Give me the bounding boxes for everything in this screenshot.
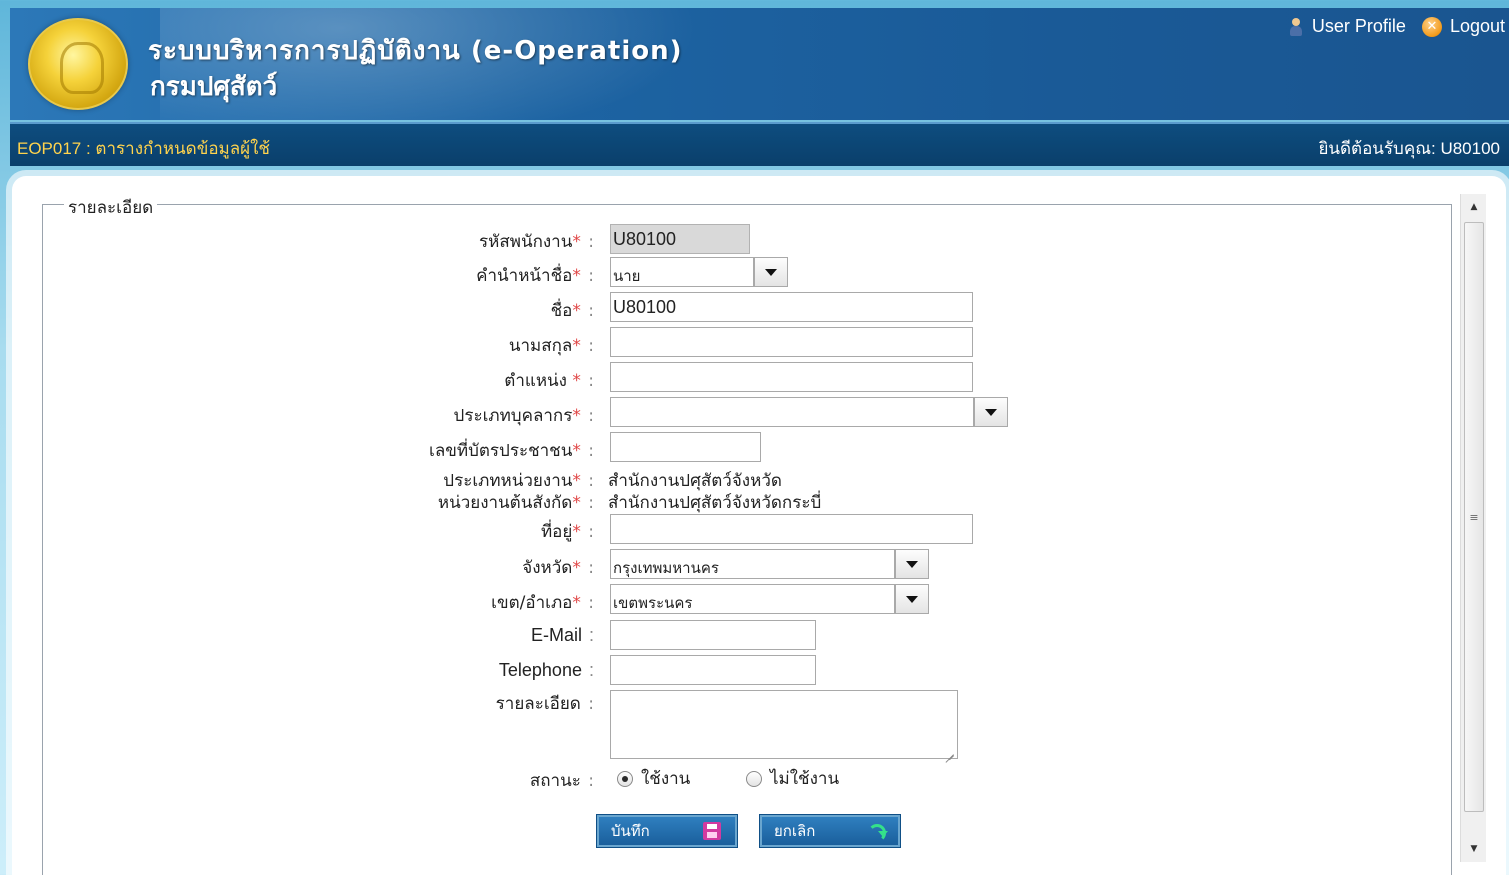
prefix-label: คำนำหน้าชื่อ* : <box>476 266 594 286</box>
telephone-field[interactable] <box>610 655 816 685</box>
welcome-text: ยินดีต้อนรับคุณ: U80100 <box>1318 139 1500 158</box>
status-label: สถานะ : <box>529 771 594 791</box>
chevron-down-icon <box>906 595 918 603</box>
employee-id-field[interactable] <box>610 224 750 254</box>
citizen-id-field[interactable] <box>610 432 761 462</box>
prefix-select[interactable]: นาย <box>610 257 754 287</box>
cancel-button-label: ยกเลิก <box>774 822 816 840</box>
cancel-button[interactable]: ยกเลิก <box>760 815 900 847</box>
status-active-label: ใช้งาน <box>641 769 691 789</box>
email-field[interactable] <box>610 620 816 650</box>
staff-type-label: ประเภทบุคลากร* : <box>453 406 594 426</box>
parent-unit-label: หน่วยงานต้นสังกัด* : <box>437 493 594 513</box>
save-button[interactable]: บันทึก <box>597 815 737 847</box>
email-label: E-Mail : <box>530 625 594 645</box>
chevron-down-icon <box>906 560 918 568</box>
employee-id-label: รหัสพนักงาน* : <box>479 232 594 252</box>
province-select[interactable]: กรุงเทพมหานคร <box>610 549 895 579</box>
district-select[interactable]: เขตพระนคร <box>610 584 895 614</box>
staff-type-dropdown-button[interactable] <box>974 397 1008 427</box>
logout-icon: ✕ <box>1421 16 1442 37</box>
scroll-up-icon[interactable]: ▲ <box>1461 194 1487 220</box>
position-field[interactable] <box>610 362 973 392</box>
textarea-resize-grip[interactable] <box>943 745 955 757</box>
logout-link[interactable]: ✕ Logout <box>1421 16 1505 37</box>
position-label: ตำแหน่ง * : <box>504 371 594 391</box>
scroll-down-icon[interactable]: ▼ <box>1461 836 1487 862</box>
province-dropdown-button[interactable] <box>895 549 929 579</box>
status-active-radio[interactable] <box>617 771 633 787</box>
department-name: กรมปศุสัตว์ <box>150 72 278 102</box>
address-field[interactable] <box>610 514 973 544</box>
details-textarea[interactable] <box>610 690 958 759</box>
scroll-thumb[interactable]: ≡ <box>1464 222 1484 812</box>
app-title: ระบบบริหารการปฏิบัติงาน (e-Operation) <box>148 36 683 66</box>
last-name-label: นามสกุล* : <box>508 336 594 356</box>
save-icon <box>703 822 721 840</box>
chevron-down-icon <box>985 408 997 416</box>
citizen-id-label: เลขที่บัตรประชาชน* : <box>429 441 594 461</box>
user-profile-label: User Profile <box>1311 16 1406 36</box>
details-label: รายละเอียด : <box>495 694 594 714</box>
fieldset-legend: รายละเอียด <box>64 194 158 221</box>
status-inactive-radio[interactable] <box>746 771 762 787</box>
district-dropdown-button[interactable] <box>895 584 929 614</box>
staff-type-select[interactable] <box>610 397 974 427</box>
page-title: EOP017 : ตารางกำหนดข้อมูลผู้ใช้ <box>17 139 270 158</box>
app-header: ระบบบริหารการปฏิบัติงาน (e-Operation) กร… <box>10 8 1509 120</box>
address-label: ที่อยู่* : <box>540 522 594 542</box>
prefix-dropdown-button[interactable] <box>754 257 788 287</box>
province-label: จังหวัด* : <box>522 558 594 578</box>
first-name-field[interactable] <box>610 292 973 322</box>
vertical-scrollbar[interactable]: ▲ ≡ ▼ <box>1460 194 1486 862</box>
undo-icon <box>866 822 888 842</box>
page-title-bar: EOP017 : ตารางกำหนดข้อมูลผู้ใช้ ยินดีต้อ… <box>10 122 1509 166</box>
header-links: User Profile ✕ Logout <box>1288 16 1505 37</box>
save-button-label: บันทึก <box>611 822 650 840</box>
chevron-down-icon <box>765 268 777 276</box>
department-emblem-logo <box>28 18 128 110</box>
first-name-label: ชื่อ* : <box>550 301 594 321</box>
last-name-field[interactable] <box>610 327 973 357</box>
user-icon <box>1288 17 1304 36</box>
status-inactive-label: ไม่ใช้งาน <box>770 769 840 789</box>
telephone-label: Telephone : <box>498 660 594 680</box>
user-profile-link[interactable]: User Profile <box>1288 16 1406 37</box>
parent-unit-value: สำนักงานปศุสัตว์จังหวัดกระบี่ <box>608 493 822 513</box>
district-label: เขต/อำเภอ* : <box>491 593 594 613</box>
logout-label: Logout <box>1449 16 1505 36</box>
